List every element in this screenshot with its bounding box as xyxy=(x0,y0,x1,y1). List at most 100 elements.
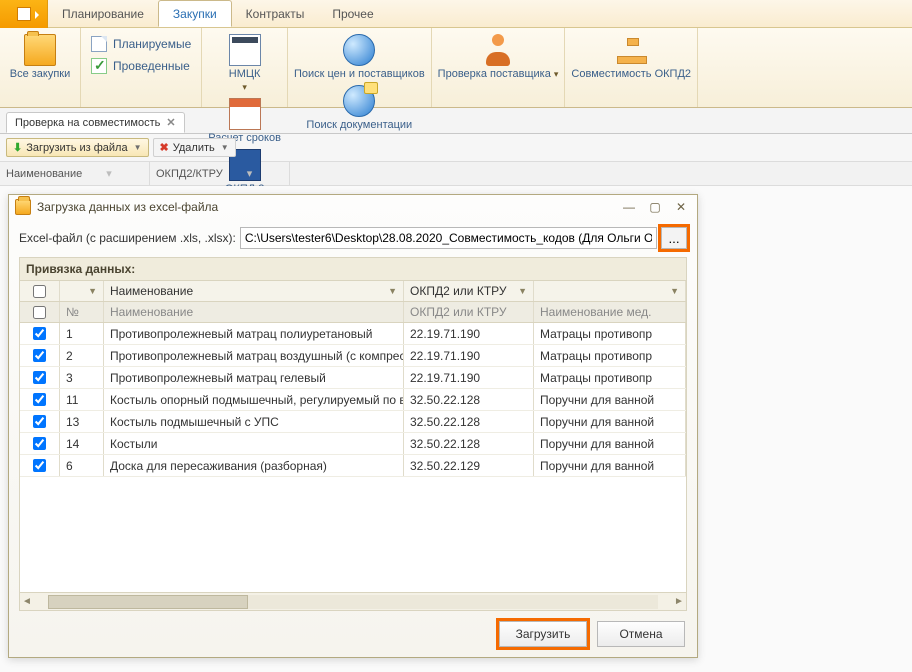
ribbon-tabstrip: Планирование Закупки Контракты Прочее xyxy=(0,0,912,28)
lbl-nmck: НМЦК xyxy=(229,68,261,80)
row-no: 14 xyxy=(60,433,104,454)
btn-completed[interactable]: Проведенные xyxy=(91,58,191,74)
row-no: 1 xyxy=(60,323,104,344)
binding-grid: Привязка данных: ▼ Наименование▼ ОКПД2 и… xyxy=(19,257,687,611)
row-checkbox[interactable] xyxy=(33,437,46,450)
table-row[interactable]: 1Противопролежневый матрац полиуретановы… xyxy=(20,323,686,345)
calc-icon xyxy=(229,34,261,66)
row-name: Противопролежневый матрац гелевый xyxy=(104,367,404,388)
lbl-col-code-h: ОКПД2 или КТРУ xyxy=(410,284,507,298)
lbl-doc-search: Поиск документации xyxy=(306,119,412,132)
tab-contracts[interactable]: Контракты xyxy=(232,0,319,27)
btn-okpd2-compat[interactable]: Совместимость ОКПД2 xyxy=(571,30,691,105)
dialog-titlebar: Загрузка данных из excel-файла — ▢ ✕ xyxy=(9,195,697,219)
select-all-checkbox[interactable] xyxy=(33,285,46,298)
scroll-left-icon[interactable]: ◄ xyxy=(20,596,34,607)
col-check[interactable] xyxy=(20,281,60,301)
row-code: 22.19.71.190 xyxy=(404,345,534,366)
tab-planning[interactable]: Планирование xyxy=(48,0,158,27)
table-row[interactable]: 13Костыль подмышечный c УПС32.50.22.128П… xyxy=(20,411,686,433)
lbl-all-purchases: Все закупки xyxy=(10,68,71,81)
lbl-completed: Проведенные xyxy=(113,59,190,73)
row-med: Поручни для ванной xyxy=(534,389,686,410)
row-no: 11 xyxy=(60,389,104,410)
toolbar: ⬇ Загрузить из файла ▼ ✖ Удалить ▼ xyxy=(0,134,912,162)
table-row[interactable]: 3Противопролежневый матрац гелевый22.19.… xyxy=(20,367,686,389)
row-check[interactable] xyxy=(20,323,60,344)
filter-row: Наименование ▾ ОКПД2/КТРУ ▾ xyxy=(0,162,912,186)
doc-tab-label: Проверка на совместимость xyxy=(15,117,160,129)
file-row: Excel-файл (с расширением .xls, .xlsx): … xyxy=(9,219,697,257)
row-code: 22.19.71.190 xyxy=(404,367,534,388)
content-area: Загрузка данных из excel-файла — ▢ ✕ Exc… xyxy=(0,186,912,672)
scroll-thumb[interactable] xyxy=(48,595,248,609)
load-button[interactable]: Загрузить xyxy=(499,621,587,647)
row-med: Матрацы противопр xyxy=(534,323,686,344)
row-check[interactable] xyxy=(20,433,60,454)
table-row[interactable]: 2Противопролежневый матрац воздушный (с … xyxy=(20,345,686,367)
row-code: 32.50.22.128 xyxy=(404,433,534,454)
row-name: Костыль подмышечный c УПС xyxy=(104,411,404,432)
ribbon: Все закупки Планируемые Проведенные НМЦК… xyxy=(0,28,912,108)
scroll-track[interactable] xyxy=(48,595,658,609)
row-checkbox[interactable] xyxy=(33,371,46,384)
sheet-icon xyxy=(91,36,107,52)
row-med: Поручни для ванной xyxy=(534,433,686,454)
row-check[interactable] xyxy=(20,367,60,388)
btn-all-purchases[interactable]: Все закупки xyxy=(6,30,74,105)
file-path-input[interactable] xyxy=(240,227,657,249)
dialog-icon xyxy=(15,199,31,215)
table-row[interactable]: 6Доска для пересаживания (разборная)32.5… xyxy=(20,455,686,477)
lbl-price-search: Поиск цен и поставщиков xyxy=(294,68,425,81)
col-med-dd[interactable]: ▼ xyxy=(534,281,686,301)
row-name: Противопролежневый матрац воздушный (с к… xyxy=(104,345,404,366)
row-name: Противопролежневый матрац полиуретановый xyxy=(104,323,404,344)
hscrollbar[interactable]: ◄ ► xyxy=(20,592,686,610)
close-icon[interactable]: ✕ xyxy=(166,116,175,129)
grid-header-row2: № Наименование ОКПД2 или КТРУ Наименован… xyxy=(20,302,686,323)
tab-other[interactable]: Прочее xyxy=(318,0,387,27)
minimize-button[interactable]: — xyxy=(619,199,639,215)
btn-nmck[interactable]: НМЦК▾ xyxy=(211,30,279,94)
row-med: Матрацы противопр xyxy=(534,367,686,388)
row-checkbox[interactable] xyxy=(33,327,46,340)
row-checkbox[interactable] xyxy=(33,415,46,428)
row-check[interactable] xyxy=(20,411,60,432)
select-all-checkbox2[interactable] xyxy=(33,306,46,319)
col2-code: ОКПД2 или КТРУ xyxy=(404,302,534,322)
row-code: 32.50.22.128 xyxy=(404,389,534,410)
tab-purchases[interactable]: Закупки xyxy=(158,0,232,27)
row-check[interactable] xyxy=(20,389,60,410)
app-menu-button[interactable] xyxy=(0,0,48,28)
col-no-dd[interactable]: ▼ xyxy=(60,281,104,301)
table-row[interactable]: 14Костыли32.50.22.128Поручни для ванной xyxy=(20,433,686,455)
btn-price-search[interactable]: Поиск цен и поставщиков xyxy=(294,30,425,81)
doc-tab-compat[interactable]: Проверка на совместимость ✕ xyxy=(6,112,185,133)
globe-doc-icon xyxy=(343,85,375,117)
maximize-button[interactable]: ▢ xyxy=(645,199,665,215)
btn-planned[interactable]: Планируемые xyxy=(91,36,191,52)
btn-delete[interactable]: ✖ Удалить ▼ xyxy=(153,138,236,157)
scroll-right-icon[interactable]: ► xyxy=(672,596,686,607)
col2-check[interactable] xyxy=(20,302,60,322)
btn-supplier-check[interactable]: Проверка поставщика ▾ xyxy=(438,30,559,105)
filter-name[interactable]: Наименование ▾ xyxy=(0,162,150,185)
cancel-button[interactable]: Отмена xyxy=(597,621,685,647)
table-row[interactable]: 11Костыль опорный подмышечный, регулируе… xyxy=(20,389,686,411)
browse-button[interactable]: ... xyxy=(661,227,687,249)
lbl-delete: Удалить xyxy=(173,142,215,154)
col-name-dd[interactable]: Наименование▼ xyxy=(104,281,404,301)
row-checkbox[interactable] xyxy=(33,459,46,472)
row-check[interactable] xyxy=(20,345,60,366)
close-button[interactable]: ✕ xyxy=(671,199,691,215)
row-checkbox[interactable] xyxy=(33,349,46,362)
btn-doc-search[interactable]: Поиск документации xyxy=(306,81,412,132)
row-no: 6 xyxy=(60,455,104,476)
filter-code[interactable]: ОКПД2/КТРУ ▾ xyxy=(150,162,290,185)
row-check[interactable] xyxy=(20,455,60,476)
btn-load-from-file[interactable]: ⬇ Загрузить из файла ▼ xyxy=(6,138,149,157)
col2-name: Наименование xyxy=(104,302,404,322)
row-no: 2 xyxy=(60,345,104,366)
row-checkbox[interactable] xyxy=(33,393,46,406)
col-code-dd[interactable]: ОКПД2 или КТРУ▼ xyxy=(404,281,534,301)
